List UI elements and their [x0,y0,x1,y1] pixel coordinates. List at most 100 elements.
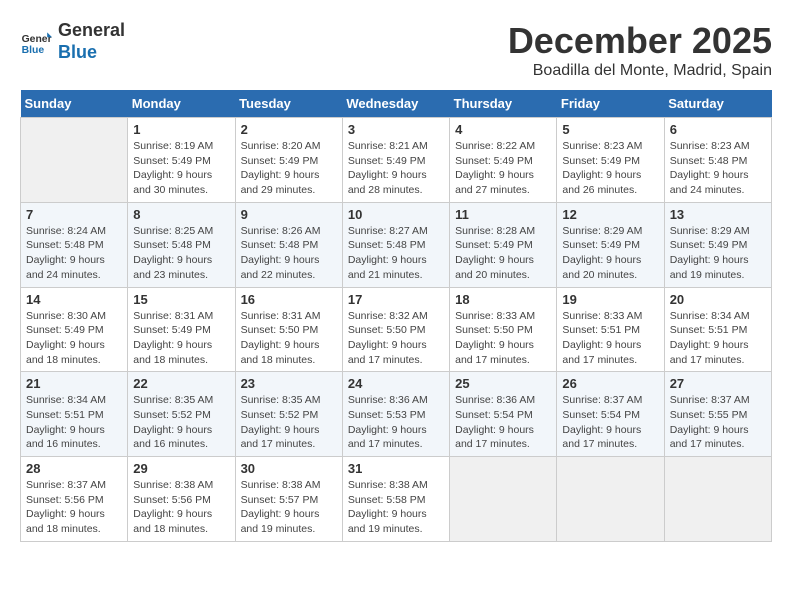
weekday-header-cell: Sunday [21,90,128,118]
calendar-day-cell: 14 Sunrise: 8:30 AMSunset: 5:49 PMDayligh… [21,287,128,372]
calendar-day-cell: 26 Sunrise: 8:37 AMSunset: 5:54 PMDayligh… [557,372,664,457]
day-number: 16 [241,292,337,307]
logo: General Blue General Blue [20,20,125,63]
weekday-header-cell: Saturday [664,90,771,118]
day-info: Sunrise: 8:35 AMSunset: 5:52 PMDaylight:… [241,393,337,452]
day-number: 14 [26,292,122,307]
weekday-header-cell: Thursday [450,90,557,118]
weekday-header-row: SundayMondayTuesdayWednesdayThursdayFrid… [21,90,772,118]
calendar-week-row: 14 Sunrise: 8:30 AMSunset: 5:49 PMDayligh… [21,287,772,372]
calendar-day-cell: 22 Sunrise: 8:35 AMSunset: 5:52 PMDayligh… [128,372,235,457]
day-info: Sunrise: 8:23 AMSunset: 5:48 PMDaylight:… [670,139,766,198]
day-info: Sunrise: 8:32 AMSunset: 5:50 PMDaylight:… [348,309,444,368]
day-number: 8 [133,207,229,222]
calendar-day-cell: 3 Sunrise: 8:21 AMSunset: 5:49 PMDaylight… [342,118,449,203]
day-info: Sunrise: 8:21 AMSunset: 5:49 PMDaylight:… [348,139,444,198]
day-number: 9 [241,207,337,222]
calendar-day-cell: 28 Sunrise: 8:37 AMSunset: 5:56 PMDayligh… [21,457,128,542]
day-info: Sunrise: 8:29 AMSunset: 5:49 PMDaylight:… [562,224,658,283]
calendar-day-cell: 8 Sunrise: 8:25 AMSunset: 5:48 PMDaylight… [128,202,235,287]
weekday-header-cell: Friday [557,90,664,118]
weekday-header-cell: Monday [128,90,235,118]
calendar-day-cell: 31 Sunrise: 8:38 AMSunset: 5:58 PMDayligh… [342,457,449,542]
day-info: Sunrise: 8:22 AMSunset: 5:49 PMDaylight:… [455,139,551,198]
day-info: Sunrise: 8:28 AMSunset: 5:49 PMDaylight:… [455,224,551,283]
weekday-header-cell: Wednesday [342,90,449,118]
day-info: Sunrise: 8:27 AMSunset: 5:48 PMDaylight:… [348,224,444,283]
day-info: Sunrise: 8:30 AMSunset: 5:49 PMDaylight:… [26,309,122,368]
day-info: Sunrise: 8:37 AMSunset: 5:54 PMDaylight:… [562,393,658,452]
page-header: General Blue General Blue December 2025 … [20,20,772,80]
day-number: 12 [562,207,658,222]
day-info: Sunrise: 8:20 AMSunset: 5:49 PMDaylight:… [241,139,337,198]
day-info: Sunrise: 8:29 AMSunset: 5:49 PMDaylight:… [670,224,766,283]
day-number: 18 [455,292,551,307]
day-info: Sunrise: 8:34 AMSunset: 5:51 PMDaylight:… [670,309,766,368]
day-number: 1 [133,122,229,137]
calendar-day-cell: 19 Sunrise: 8:33 AMSunset: 5:51 PMDayligh… [557,287,664,372]
day-info: Sunrise: 8:36 AMSunset: 5:54 PMDaylight:… [455,393,551,452]
day-number: 21 [26,376,122,391]
calendar-day-cell: 12 Sunrise: 8:29 AMSunset: 5:49 PMDayligh… [557,202,664,287]
day-number: 3 [348,122,444,137]
calendar-table: SundayMondayTuesdayWednesdayThursdayFrid… [20,90,772,542]
calendar-week-row: 1 Sunrise: 8:19 AMSunset: 5:49 PMDaylight… [21,118,772,203]
calendar-body: 1 Sunrise: 8:19 AMSunset: 5:49 PMDaylight… [21,118,772,542]
day-number: 26 [562,376,658,391]
day-info: Sunrise: 8:35 AMSunset: 5:52 PMDaylight:… [133,393,229,452]
day-number: 23 [241,376,337,391]
calendar-day-cell: 4 Sunrise: 8:22 AMSunset: 5:49 PMDaylight… [450,118,557,203]
day-info: Sunrise: 8:37 AMSunset: 5:55 PMDaylight:… [670,393,766,452]
day-info: Sunrise: 8:36 AMSunset: 5:53 PMDaylight:… [348,393,444,452]
day-info: Sunrise: 8:19 AMSunset: 5:49 PMDaylight:… [133,139,229,198]
calendar-day-cell: 10Sunrise: 8:27 AMSunset: 5:48 PMDayligh… [342,202,449,287]
calendar-day-cell [557,457,664,542]
calendar-day-cell: 23 Sunrise: 8:35 AMSunset: 5:52 PMDayligh… [235,372,342,457]
calendar-day-cell [450,457,557,542]
day-number: 17 [348,292,444,307]
calendar-day-cell [664,457,771,542]
day-info: Sunrise: 8:38 AMSunset: 5:56 PMDaylight:… [133,478,229,537]
calendar-day-cell: 25 Sunrise: 8:36 AMSunset: 5:54 PMDayligh… [450,372,557,457]
day-number: 19 [562,292,658,307]
day-number: 30 [241,461,337,476]
day-number: 2 [241,122,337,137]
calendar-day-cell: 5 Sunrise: 8:23 AMSunset: 5:49 PMDaylight… [557,118,664,203]
day-number: 22 [133,376,229,391]
calendar-day-cell: 17 Sunrise: 8:32 AMSunset: 5:50 PMDayligh… [342,287,449,372]
day-number: 15 [133,292,229,307]
calendar-day-cell: 20Sunrise: 8:34 AMSunset: 5:51 PMDayligh… [664,287,771,372]
day-number: 28 [26,461,122,476]
day-number: 27 [670,376,766,391]
day-info: Sunrise: 8:24 AMSunset: 5:48 PMDaylight:… [26,224,122,283]
day-info: Sunrise: 8:38 AMSunset: 5:58 PMDaylight:… [348,478,444,537]
calendar-day-cell: 29 Sunrise: 8:38 AMSunset: 5:56 PMDayligh… [128,457,235,542]
day-info: Sunrise: 8:31 AMSunset: 5:49 PMDaylight:… [133,309,229,368]
day-info: Sunrise: 8:25 AMSunset: 5:48 PMDaylight:… [133,224,229,283]
calendar-day-cell: 13Sunrise: 8:29 AMSunset: 5:49 PMDayligh… [664,202,771,287]
calendar-subtitle: Boadilla del Monte, Madrid, Spain [508,62,772,80]
calendar-day-cell: 30Sunrise: 8:38 AMSunset: 5:57 PMDayligh… [235,457,342,542]
day-number: 4 [455,122,551,137]
day-number: 31 [348,461,444,476]
day-info: Sunrise: 8:37 AMSunset: 5:56 PMDaylight:… [26,478,122,537]
day-info: Sunrise: 8:34 AMSunset: 5:51 PMDaylight:… [26,393,122,452]
day-number: 6 [670,122,766,137]
day-info: Sunrise: 8:31 AMSunset: 5:50 PMDaylight:… [241,309,337,368]
calendar-day-cell: 24Sunrise: 8:36 AMSunset: 5:53 PMDayligh… [342,372,449,457]
svg-text:Blue: Blue [22,45,45,56]
day-number: 25 [455,376,551,391]
day-info: Sunrise: 8:23 AMSunset: 5:49 PMDaylight:… [562,139,658,198]
calendar-day-cell: 9Sunrise: 8:26 AMSunset: 5:48 PMDaylight… [235,202,342,287]
day-info: Sunrise: 8:33 AMSunset: 5:51 PMDaylight:… [562,309,658,368]
calendar-week-row: 21 Sunrise: 8:34 AMSunset: 5:51 PMDayligh… [21,372,772,457]
logo-text: General Blue [58,20,125,63]
calendar-day-cell: 18Sunrise: 8:33 AMSunset: 5:50 PMDayligh… [450,287,557,372]
day-number: 29 [133,461,229,476]
calendar-day-cell: 7Sunrise: 8:24 AMSunset: 5:48 PMDaylight… [21,202,128,287]
day-number: 11 [455,207,551,222]
calendar-title: December 2025 [508,20,772,62]
calendar-week-row: 7Sunrise: 8:24 AMSunset: 5:48 PMDaylight… [21,202,772,287]
calendar-day-cell: 1 Sunrise: 8:19 AMSunset: 5:49 PMDaylight… [128,118,235,203]
day-number: 5 [562,122,658,137]
